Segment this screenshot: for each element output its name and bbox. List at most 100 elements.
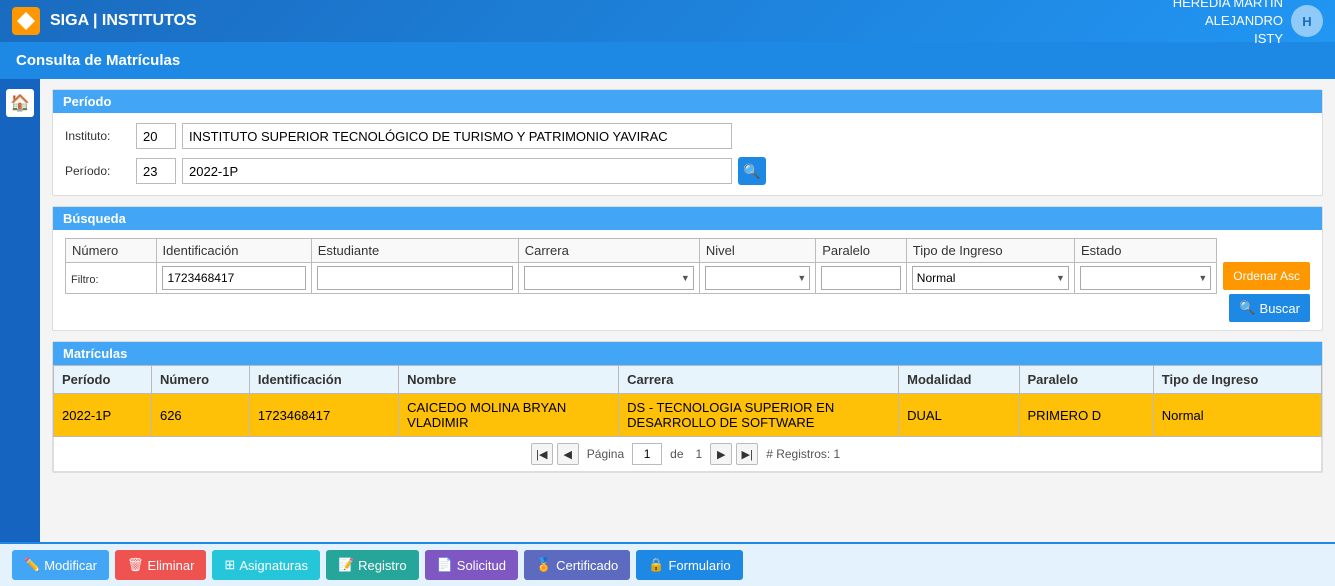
instituto-code: 20 <box>136 123 176 149</box>
app-title: SIGA | INSTITUTOS <box>50 12 1173 30</box>
row-tipo-ingreso: Normal <box>1153 394 1321 437</box>
busqueda-panel: Búsqueda Número Identificación Estudiant… <box>52 206 1323 331</box>
filter-paralelo-input[interactable] <box>821 266 901 290</box>
pag-last-button[interactable]: ▶| <box>736 443 758 465</box>
search-actions: Ordenar Asc 🔍 Buscar <box>1223 238 1310 322</box>
mat-col-numero: Número <box>151 366 249 394</box>
filter-estado-cell <box>1074 263 1216 294</box>
filter-estudiante-cell <box>311 263 518 294</box>
logo-diamond <box>17 12 35 30</box>
periodo-row: Período: 23 2022-1P 🔍 <box>65 157 1310 185</box>
periodo-panel-header: Período <box>53 90 1322 113</box>
user-details: HEREDIA MARTIN ALEJANDRO ISTY <box>1173 0 1283 48</box>
pag-first-button[interactable]: |◀ <box>531 443 553 465</box>
user-info: HEREDIA MARTIN ALEJANDRO ISTY H <box>1173 0 1323 48</box>
col-carrera: Carrera <box>518 239 699 263</box>
pagina-label: Página <box>587 447 624 461</box>
certificado-button[interactable]: 🏅 Certificado <box>524 550 630 580</box>
filter-estado-wrapper <box>1080 266 1211 290</box>
pag-prev-button[interactable]: ◀ <box>557 443 579 465</box>
matriculas-panel: Matrículas Período Número Identificación… <box>52 341 1323 473</box>
filter-carrera-select[interactable] <box>524 266 694 290</box>
grid-icon: ⊞ <box>224 557 235 573</box>
periodo-code: 23 <box>136 158 176 184</box>
col-estado: Estado <box>1074 239 1216 263</box>
row-modalidad: DUAL <box>899 394 1019 437</box>
sidebar: 🏠 <box>0 79 40 542</box>
avatar-initials: H <box>1302 14 1311 29</box>
instituto-label: Instituto: <box>65 129 130 143</box>
periodo-name: 2022-1P <box>182 158 732 184</box>
filter-estado-select[interactable] <box>1080 266 1211 290</box>
header: SIGA | INSTITUTOS HEREDIA MARTIN ALEJAND… <box>0 0 1335 42</box>
mat-col-identificacion: Identificación <box>249 366 398 394</box>
row-numero: 626 <box>151 394 249 437</box>
mat-col-nombre: Nombre <box>399 366 619 394</box>
periodo-label: Período: <box>65 164 130 178</box>
mat-col-modalidad: Modalidad <box>899 366 1019 394</box>
filter-identificacion-cell <box>156 263 311 294</box>
row-identificacion: 1723468417 <box>249 394 398 437</box>
pag-next-button[interactable]: ▶ <box>710 443 732 465</box>
trash-icon: 🗑 <box>127 557 144 573</box>
ordenar-button[interactable]: Ordenar Asc <box>1223 262 1310 290</box>
solicitud-button[interactable]: 📄 Solicitud <box>425 550 518 580</box>
layout: 🏠 Período Instituto: 20 INSTITUTO SUPERI… <box>0 79 1335 542</box>
filter-carrera-wrapper <box>524 266 694 290</box>
instituto-row: Instituto: 20 INSTITUTO SUPERIOR TECNOLÓ… <box>65 123 1310 149</box>
matriculas-panel-header: Matrículas <box>53 342 1322 365</box>
mat-col-tipo-ingreso: Tipo de Ingreso <box>1153 366 1321 394</box>
row-carrera: DS - TECNOLOGIA SUPERIOR EN DESARROLLO D… <box>619 394 899 437</box>
filter-tipo-ingreso-select[interactable]: Normal — Todos — <box>912 266 1069 290</box>
row-periodo: 2022-1P <box>54 394 152 437</box>
eliminar-button[interactable]: 🗑 Eliminar <box>115 550 206 580</box>
app-logo <box>12 7 40 35</box>
lock-icon: 🔒 <box>648 557 664 573</box>
mat-col-periodo: Período <box>54 366 152 394</box>
home-button[interactable]: 🏠 <box>6 89 34 117</box>
edit-icon: 📝 <box>338 557 354 573</box>
pag-of: de <box>670 447 683 461</box>
user-sub1: ALEJANDRO <box>1173 12 1283 30</box>
user-name: HEREDIA MARTIN <box>1173 0 1283 12</box>
pagination: |◀ ◀ Página de 1 ▶ ▶| # Registros: 1 <box>53 437 1322 472</box>
matriculas-table: Período Número Identificación Nombre Car… <box>53 365 1322 437</box>
pag-registros: # Registros: 1 <box>766 447 840 461</box>
filter-numero-cell: Filtro: <box>66 263 157 294</box>
col-estudiante: Estudiante <box>311 239 518 263</box>
filter-row: Filtro: <box>66 263 1217 294</box>
pencil-icon: ✏️ <box>24 557 40 573</box>
filter-tipo-ingreso-cell: Normal — Todos — <box>906 263 1074 294</box>
filter-estudiante-input[interactable] <box>317 266 513 290</box>
col-nivel: Nivel <box>699 239 815 263</box>
col-numero: Número <box>66 239 157 263</box>
filter-nivel-select[interactable] <box>705 266 810 290</box>
periodo-panel-body: Instituto: 20 INSTITUTO SUPERIOR TECNOLÓ… <box>53 113 1322 195</box>
search-filter-table: Número Identificación Estudiante Carrera… <box>65 238 1217 294</box>
table-row[interactable]: 2022-1P 626 1723468417 CAICEDO MOLINA BR… <box>54 394 1322 437</box>
col-tipo-ingreso: Tipo de Ingreso <box>906 239 1074 263</box>
bottom-bar: ✏️ Modificar 🗑 Eliminar ⊞ Asignaturas 📝 … <box>0 542 1335 586</box>
periodo-panel: Período Instituto: 20 INSTITUTO SUPERIOR… <box>52 89 1323 196</box>
filter-identificacion-input[interactable] <box>162 266 306 290</box>
buscar-button[interactable]: 🔍 Buscar <box>1229 294 1310 322</box>
modificar-button[interactable]: ✏️ Modificar <box>12 550 109 580</box>
instituto-name: INSTITUTO SUPERIOR TECNOLÓGICO DE TURISM… <box>182 123 732 149</box>
col-identificacion: Identificación <box>156 239 311 263</box>
row-paralelo: PRIMERO D <box>1019 394 1153 437</box>
registro-button[interactable]: 📝 Registro <box>326 550 419 580</box>
asignaturas-button[interactable]: ⊞ Asignaturas <box>212 550 320 580</box>
col-paralelo: Paralelo <box>816 239 907 263</box>
mat-col-paralelo: Paralelo <box>1019 366 1153 394</box>
filter-nivel-cell <box>699 263 815 294</box>
filter-carrera-cell <box>518 263 699 294</box>
busqueda-panel-header: Búsqueda <box>53 207 1322 230</box>
main-content: Período Instituto: 20 INSTITUTO SUPERIOR… <box>40 79 1335 542</box>
filter-nivel-wrapper <box>705 266 810 290</box>
formulario-button[interactable]: 🔒 Formulario <box>636 550 742 580</box>
pag-current-input[interactable] <box>632 443 662 465</box>
filter-tipo-ingreso-wrapper: Normal — Todos — <box>912 266 1069 290</box>
search-icon: 🔍 <box>1239 300 1255 316</box>
periodo-search-button[interactable]: 🔍 <box>738 157 766 185</box>
matriculas-table-container: Período Número Identificación Nombre Car… <box>53 365 1322 437</box>
